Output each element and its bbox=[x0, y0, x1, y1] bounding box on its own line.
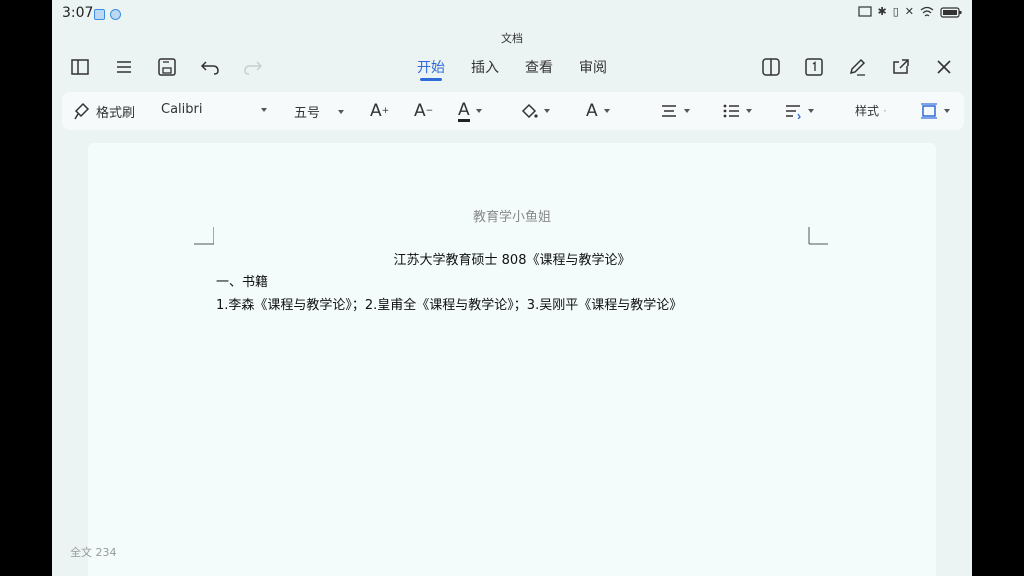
chevron-down-icon bbox=[261, 107, 267, 112]
app-window: 3:07 ✱ ▯ ✕ 文档 开始 插入 查看 审阅 格式刷 Calibri 五号… bbox=[52, 0, 972, 576]
status-icons: ✱ ▯ ✕ bbox=[857, 5, 963, 18]
layout-icon bbox=[921, 103, 937, 119]
format-painter-button[interactable]: 格式刷 bbox=[72, 99, 135, 123]
styles-select[interactable]: 样式 · bbox=[855, 102, 887, 119]
line-spacing-icon bbox=[786, 105, 801, 119]
format-painter-label: 格式刷 bbox=[96, 105, 136, 121]
chevron-down-icon bbox=[544, 109, 550, 113]
sidebar-toggle-icon[interactable] bbox=[68, 55, 92, 79]
document-line[interactable]: 一、书籍 bbox=[216, 271, 268, 290]
layout-button[interactable] bbox=[920, 99, 950, 123]
text-effects-icon: A bbox=[586, 101, 598, 121]
align-center-icon bbox=[662, 105, 676, 117]
decrease-font-button[interactable]: A − bbox=[414, 99, 433, 123]
highlight-button[interactable] bbox=[520, 99, 550, 123]
share-icon[interactable] bbox=[889, 55, 913, 79]
font-name-value: Calibri bbox=[161, 102, 203, 117]
active-tab-indicator bbox=[420, 78, 442, 81]
format-painter-icon bbox=[74, 102, 90, 120]
chevron-down-icon bbox=[944, 109, 950, 113]
line-spacing-button[interactable] bbox=[784, 99, 814, 123]
chevron-down-icon bbox=[808, 109, 814, 113]
chevron-down-icon bbox=[475, 109, 482, 113]
font-size-select[interactable]: 五号 bbox=[294, 102, 344, 121]
font-color-icon: A bbox=[458, 99, 470, 122]
document-line[interactable]: 1.李森《课程与教学论》；2.皇甫全《课程与教学论》；3.吴刚平《课程与教学论》 bbox=[216, 294, 682, 313]
save-icon[interactable] bbox=[155, 55, 179, 79]
chevron-down-icon bbox=[746, 109, 752, 113]
undo-icon[interactable] bbox=[198, 55, 222, 79]
menu-icon[interactable] bbox=[112, 55, 136, 79]
word-count: 全文 234 bbox=[70, 546, 117, 559]
styles-label: 样式 bbox=[855, 104, 880, 118]
minus-icon: − bbox=[425, 106, 434, 116]
page-margin-marker-right bbox=[808, 227, 828, 245]
increase-font-button[interactable]: A + bbox=[370, 99, 389, 123]
bluetooth-icon: ✱ bbox=[877, 5, 887, 18]
tab-view[interactable]: 查看 bbox=[525, 57, 553, 77]
page-view-icon[interactable] bbox=[802, 55, 826, 79]
edit-pen-icon[interactable] bbox=[845, 55, 869, 79]
align-button[interactable] bbox=[660, 99, 690, 123]
mute-icon: ✕ bbox=[904, 5, 914, 18]
tab-home[interactable]: 开始 bbox=[417, 57, 445, 77]
document-heading[interactable]: 江苏大学教育硕士 808《课程与教学论》 bbox=[88, 249, 936, 268]
wifi-icon bbox=[920, 6, 934, 16]
notification-icon bbox=[94, 9, 105, 20]
font-name-select[interactable]: Calibri bbox=[161, 102, 267, 117]
bullet-list-icon bbox=[723, 104, 739, 118]
chevron-down-icon bbox=[338, 109, 344, 114]
close-icon[interactable] bbox=[932, 55, 956, 79]
chevron-down-icon: · bbox=[883, 103, 887, 118]
tab-review[interactable]: 审阅 bbox=[579, 57, 607, 77]
vibrate-icon: ▯ bbox=[892, 5, 899, 18]
redo-icon[interactable] bbox=[241, 55, 265, 79]
font-size-value: 五号 bbox=[294, 106, 321, 121]
document-header: 教育学小鱼姐 bbox=[472, 210, 551, 225]
tab-insert[interactable]: 插入 bbox=[471, 57, 499, 77]
cast-icon bbox=[857, 5, 872, 17]
font-color-button[interactable]: A bbox=[458, 99, 482, 123]
bullet-list-button[interactable] bbox=[722, 99, 752, 123]
chevron-down-icon bbox=[684, 109, 690, 113]
notification-dot-icon bbox=[110, 9, 121, 20]
page-margin-marker-left bbox=[194, 227, 214, 245]
reading-mode-icon[interactable] bbox=[759, 55, 783, 79]
chevron-down-icon bbox=[603, 109, 610, 113]
plus-icon: + bbox=[381, 106, 390, 116]
status-time: 3:07 bbox=[62, 5, 94, 21]
battery-icon bbox=[940, 6, 962, 18]
text-effects-button[interactable]: A bbox=[586, 99, 610, 123]
paint-bucket-icon bbox=[521, 103, 538, 119]
window-title: 文档 bbox=[501, 32, 523, 45]
